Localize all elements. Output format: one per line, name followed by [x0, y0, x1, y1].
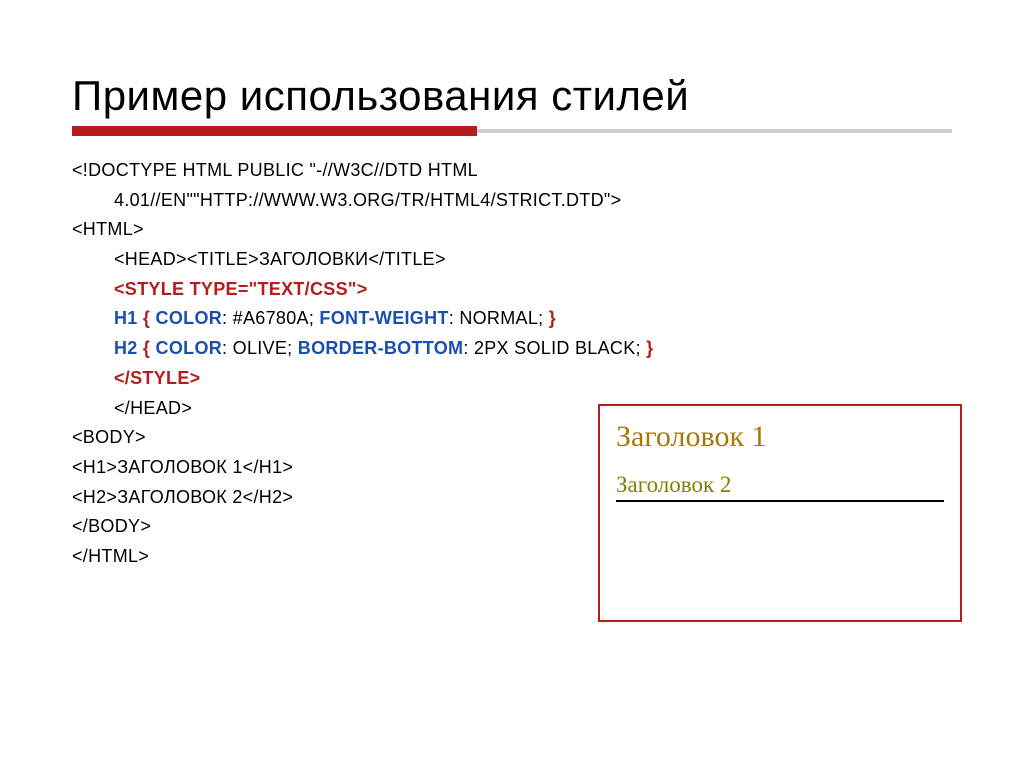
code-line-h2-rule: H2 { COLOR: olive; BORDER-BOTTOM: 2px so…: [72, 334, 952, 364]
rendered-preview: Заголовок 1 Заголовок 2: [598, 404, 962, 622]
brace-open: {: [138, 308, 156, 328]
code-line-h1-rule: H1 { COLOR: #A6780A; FONT-WEIGHT: normal…: [72, 304, 952, 334]
value: : normal;: [449, 308, 549, 328]
title-rule: [72, 126, 952, 140]
value: : olive;: [222, 338, 298, 358]
selector-h1: H1: [114, 308, 138, 328]
code-line: <HTML>: [72, 215, 952, 245]
brace-close: }: [646, 338, 653, 358]
code-line: <!DOCTYPE HTML PUBLIC "-//W3C//DTD HTML: [72, 156, 952, 186]
rule-gray: [477, 129, 952, 133]
rule-red: [72, 126, 477, 136]
slide-title: Пример использования стилей: [72, 72, 952, 120]
prop-color: COLOR: [156, 338, 223, 358]
value: : #A6780A;: [222, 308, 319, 328]
prop-border-bottom: BORDER-BOTTOM: [298, 338, 464, 358]
brace-close: }: [549, 308, 556, 328]
value: : 2px solid black;: [463, 338, 646, 358]
code-line: <HEAD><TITLE>Заголовки</TITLE>: [72, 245, 952, 275]
code-line-style-open: <STYLE TYPE="TEXT/CSS">: [72, 275, 952, 305]
prop-font-weight: FONT-WEIGHT: [319, 308, 448, 328]
prop-color: COLOR: [156, 308, 223, 328]
code-line: 4.01//EN""http://www.w3.org/TR/html4/str…: [72, 186, 952, 216]
brace-open: {: [138, 338, 156, 358]
code-line-style-close: </STYLE>: [72, 364, 952, 394]
preview-heading-2: Заголовок 2: [616, 472, 944, 502]
preview-heading-1: Заголовок 1: [616, 420, 944, 454]
selector-h2: H2: [114, 338, 138, 358]
